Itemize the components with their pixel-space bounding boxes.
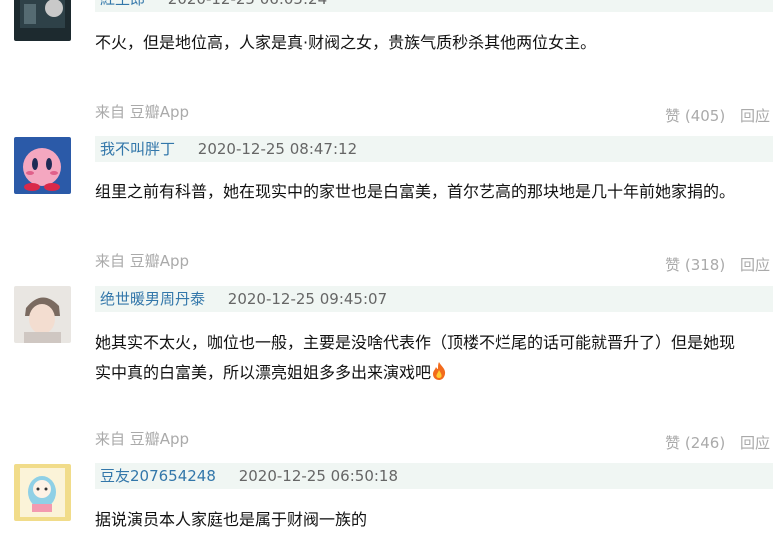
comment-text-line-2: 实中真的白富美，所以漂亮姐姐多多出来演戏吧 xyxy=(95,358,775,391)
username-link[interactable]: 我不叫胖丁 xyxy=(100,140,175,158)
comment-header: 豆友207654248 2020-12-25 06:50:18 xyxy=(95,463,773,489)
comment-time: 2020-12-25 06:50:18 xyxy=(238,467,398,485)
comment-time: 2020-12-25 08:47:12 xyxy=(197,140,358,158)
source-label: 来自 豆瓣App xyxy=(95,103,190,121)
comment-header: 绝世暖男周丹泰 2020-12-25 09:45:07 xyxy=(95,286,773,312)
avatar[interactable] xyxy=(14,0,71,41)
reply-button[interactable]: 回应 xyxy=(740,256,770,274)
avatar[interactable] xyxy=(14,286,71,343)
comment-time: 2020-12-25 06:05:24 xyxy=(168,0,327,8)
avatar[interactable] xyxy=(14,464,71,521)
reply-button[interactable]: 回应 xyxy=(740,107,770,125)
comment-footer: 来自 豆瓣App 赞 (318) 回应 xyxy=(95,249,770,274)
comment-text: 不火，但是地位高，人家是真·财阀之女，贵族气质秒杀其他两位女主。 xyxy=(95,33,597,52)
comment-time: 2020-12-25 09:45:07 xyxy=(227,290,388,308)
comment-text: 组里之前有科普，她在现实中的家世也是白富美，首尔艺高的那块地是几十年前她家捐的。 xyxy=(95,182,736,201)
comment-header: 紅王郎 2020-12-25 06:05:24 xyxy=(95,0,773,12)
like-button[interactable]: 赞 (318) xyxy=(665,256,725,274)
comment-text-line: 她其实不太火，咖位也一般，主要是没啥代表作（顶楼不烂尾的话可能就晋升了）但是她现 xyxy=(95,333,736,352)
comment-text: 她其实不太火，咖位也一般，主要是没啥代表作（顶楼不烂尾的话可能就晋升了）但是她现… xyxy=(95,328,775,391)
like-button[interactable]: 赞 (405) xyxy=(665,107,725,125)
username-link[interactable]: 豆友207654248 xyxy=(100,467,216,485)
comment-header: 我不叫胖丁 2020-12-25 08:47:12 xyxy=(95,136,773,162)
avatar[interactable] xyxy=(14,137,71,194)
like-button[interactable]: 赞 (246) xyxy=(665,434,725,452)
comment-text: 据说演员本人家庭也是属于财阀一族的 xyxy=(95,510,368,529)
comment-footer: 来自 豆瓣App 赞 (246) 回应 xyxy=(95,427,770,452)
comment-text-line-2-text: 实中真的白富美，所以漂亮姐姐多多出来演戏吧 xyxy=(95,363,432,382)
username-link[interactable]: 绝世暖男周丹泰 xyxy=(100,290,205,308)
comment-footer: 来自 豆瓣App 赞 (405) 回应 xyxy=(95,100,770,125)
username-link[interactable]: 紅王郎 xyxy=(100,0,145,8)
source-label: 来自 豆瓣App xyxy=(95,252,190,270)
reply-button[interactable]: 回应 xyxy=(740,434,770,452)
fire-emoji-icon xyxy=(431,361,447,391)
source-label: 来自 豆瓣App xyxy=(95,430,190,448)
